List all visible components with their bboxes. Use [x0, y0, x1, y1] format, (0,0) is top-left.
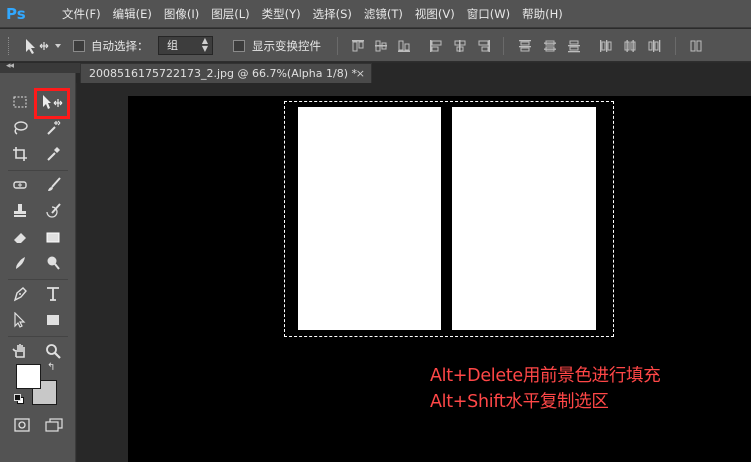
zoom-icon [46, 344, 61, 359]
divider [8, 170, 68, 171]
menu-image[interactable]: 图像(I) [158, 0, 205, 28]
distribute-right-edges-icon[interactable] [647, 39, 661, 53]
bandage-icon [13, 181, 27, 189]
path-selection-tool[interactable] [8, 309, 32, 331]
auto-select-value: 组 [167, 39, 178, 52]
divider [503, 37, 504, 55]
menu-type[interactable]: 类型(Y) [256, 0, 307, 28]
screen-mode-button[interactable] [42, 414, 66, 436]
document-tab-bar: 2008516175722173_2.jpg @ 66.7%(Alpha 1/8… [0, 63, 751, 83]
eraser-tool[interactable] [8, 226, 32, 248]
auto-align-layers-icon[interactable] [689, 39, 703, 53]
lasso-tool[interactable] [8, 117, 32, 139]
show-transform-checkbox[interactable] [233, 40, 245, 52]
spot-healing-tool[interactable] [8, 174, 32, 196]
pen-tool[interactable] [8, 283, 32, 305]
menu-filter[interactable]: 滤镜(T) [358, 0, 409, 28]
divider [8, 279, 68, 280]
foreground-color-swatch[interactable] [16, 364, 41, 389]
dropdown-arrows-icon: ▲ ▼ [201, 36, 208, 53]
menu-help[interactable]: 帮助(H) [516, 0, 569, 28]
magic-wand-icon [47, 120, 61, 135]
menu-layer[interactable]: 图层(L) [205, 0, 255, 28]
dodge-icon [47, 256, 60, 270]
pen-icon [13, 287, 27, 302]
auto-select-label: 自动选择： [91, 39, 149, 53]
distribute-horizontal-centers-icon[interactable] [623, 39, 637, 53]
auto-select-checkbox[interactable] [73, 40, 85, 52]
distribute-vertical-centers-icon[interactable] [543, 39, 557, 53]
history-brush-tool[interactable] [41, 200, 65, 222]
toolbox: ↰ [0, 73, 76, 462]
annotation-line-1: Alt+Delete用前景色进行填充 [430, 366, 661, 386]
crop-tool[interactable] [8, 143, 32, 165]
move-tool-icon [26, 39, 61, 54]
menu-view[interactable]: 视图(V) [409, 0, 461, 28]
tool-preset-picker[interactable] [24, 37, 64, 55]
zoom-tool[interactable] [41, 340, 65, 362]
document-tab-title: 2008516175722173_2.jpg @ 66.7%(Alpha 1/8… [89, 67, 357, 80]
align-vertical-centers-icon[interactable] [374, 39, 388, 53]
marquee-icon [13, 96, 27, 108]
auto-select-dropdown[interactable]: 组 ▲ ▼ [158, 36, 213, 55]
magic-wand-tool[interactable] [41, 117, 65, 139]
crop-icon [13, 147, 27, 161]
distribute-left-edges-icon[interactable] [599, 39, 613, 53]
collapse-panel-icon[interactable]: ◂◂ [6, 61, 14, 71]
show-transform-label: 显示变换控件 [252, 39, 321, 53]
eyedropper-icon [47, 147, 60, 161]
gradient-tool[interactable] [41, 226, 65, 248]
rectangular-marquee-tool[interactable] [8, 91, 32, 113]
smudge-icon [16, 257, 25, 269]
divider [8, 336, 68, 337]
divider [675, 37, 676, 55]
rectangle-icon [47, 315, 59, 325]
type-tool[interactable] [41, 283, 65, 305]
lasso-icon [14, 121, 28, 135]
blur-tool[interactable] [8, 252, 32, 274]
align-right-edges-icon[interactable] [477, 39, 491, 53]
options-bar: 自动选择： 组 ▲ ▼ 显示变换控件 [0, 29, 751, 62]
type-icon [47, 287, 59, 301]
distribute-top-edges-icon[interactable] [518, 39, 532, 53]
divider [337, 37, 338, 55]
hand-icon [12, 344, 25, 358]
hand-tool[interactable] [8, 340, 32, 362]
menu-bar: Ps 文件(F) 编辑(E) 图像(I) 图层(L) 类型(Y) 选择(S) 滤… [0, 0, 751, 28]
options-grip[interactable] [8, 37, 10, 55]
align-horizontal-centers-icon[interactable] [453, 39, 467, 53]
toolbox-header: ◂◂ [0, 61, 80, 73]
dodge-tool[interactable] [41, 252, 65, 274]
history-brush-icon [46, 203, 61, 218]
rectangle-tool[interactable] [41, 309, 65, 331]
annotation-line-2: Alt+Shift水平复制选区 [430, 392, 609, 412]
document-tab[interactable]: 2008516175722173_2.jpg @ 66.7%(Alpha 1/8… [80, 63, 372, 83]
gradient-icon [46, 232, 60, 243]
selection-marquee[interactable] [284, 101, 614, 337]
photoshop-logo: Ps [6, 4, 26, 23]
distribute-bottom-edges-icon[interactable] [567, 39, 581, 53]
align-bottom-edges-icon[interactable] [397, 39, 411, 53]
align-top-edges-icon[interactable] [351, 39, 365, 53]
swap-colors-icon[interactable]: ↰ [47, 362, 55, 373]
eyedropper-tool[interactable] [41, 143, 65, 165]
quick-mask-icon [14, 418, 30, 432]
eraser-icon [14, 233, 26, 243]
move-tool-highlight [34, 88, 70, 119]
brush-tool[interactable] [41, 174, 65, 196]
stamp-icon [14, 204, 26, 217]
default-colors-icon[interactable] [14, 394, 24, 404]
menu-edit[interactable]: 编辑(E) [107, 0, 158, 28]
menu-file[interactable]: 文件(F) [56, 0, 107, 28]
path-select-icon [14, 312, 26, 328]
menu-select[interactable]: 选择(S) [307, 0, 358, 28]
menu-window[interactable]: 窗口(W) [461, 0, 516, 28]
brush-icon [48, 177, 61, 191]
close-icon[interactable]: × [356, 64, 365, 83]
quick-mask-button[interactable] [10, 414, 34, 436]
screen-mode-icon [45, 418, 63, 432]
align-left-edges-icon[interactable] [429, 39, 443, 53]
clone-stamp-tool[interactable] [8, 200, 32, 222]
